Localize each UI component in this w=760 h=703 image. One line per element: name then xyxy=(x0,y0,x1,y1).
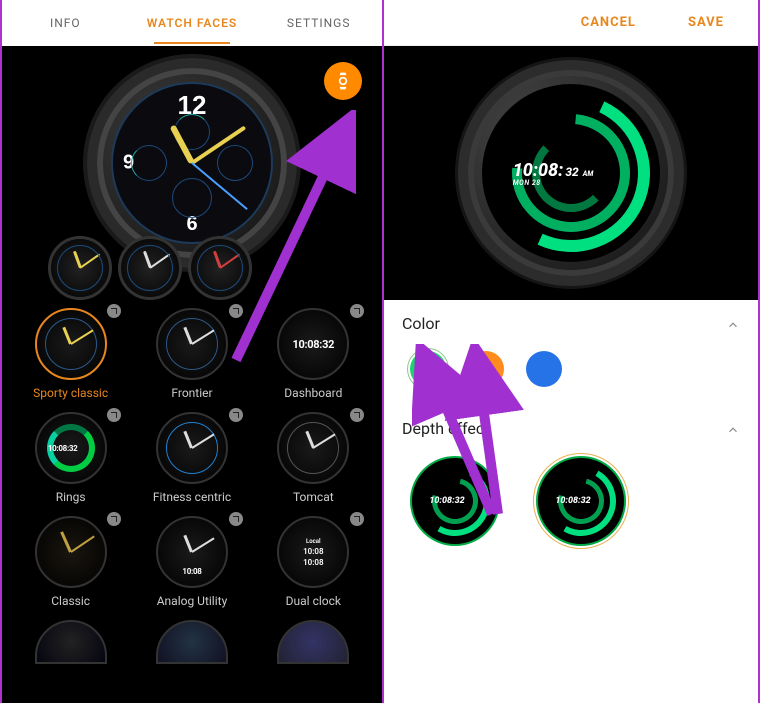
preview-time: 10:08:32AM MON 28 xyxy=(513,160,594,187)
face-label: Fitness centric xyxy=(153,490,231,504)
face-label: Rings xyxy=(56,490,86,504)
face-sporty-classic[interactable]: Sporty classic xyxy=(10,302,131,406)
face-dashboard[interactable]: 10:08:32 Dashboard xyxy=(253,302,374,406)
watch-icon xyxy=(333,71,353,91)
tab-info[interactable]: INFO xyxy=(2,2,129,44)
color-swatch-green[interactable] xyxy=(410,351,446,387)
chevron-up-icon xyxy=(726,317,740,331)
face-rings[interactable]: 10:08:32 Rings xyxy=(10,406,131,510)
tab-watch-faces[interactable]: WATCH FACES xyxy=(129,2,256,44)
customize-fab[interactable] xyxy=(324,62,362,100)
depth-title: Depth effect xyxy=(402,419,490,438)
clock-icon xyxy=(229,408,243,422)
face-classic[interactable]: Classic xyxy=(10,510,131,614)
hero-variant-2[interactable] xyxy=(118,236,182,300)
color-swatch-blue[interactable] xyxy=(526,351,562,387)
watch-face-grid[interactable]: Sporty classic Frontier 10:08:32 Dashboa… xyxy=(2,296,382,703)
clock-icon xyxy=(107,408,121,422)
clock-icon xyxy=(350,408,364,422)
clock-icon xyxy=(107,304,121,318)
face-more-2[interactable] xyxy=(131,614,252,670)
hero-variant-3[interactable] xyxy=(188,236,252,300)
depth-options: 10:08:32 10:08:32 xyxy=(402,438,740,564)
preview-watch[interactable]: 10:08:32AM MON 28 xyxy=(458,60,684,286)
tab-settings[interactable]: SETTINGS xyxy=(255,2,382,44)
face-tomcat[interactable]: Tomcat xyxy=(253,406,374,510)
face-fitness-centric[interactable]: Fitness centric xyxy=(131,406,252,510)
color-section-header[interactable]: Color xyxy=(402,314,740,333)
face-label: Classic xyxy=(51,594,90,608)
face-dual-clock[interactable]: Local 10:08 10:08 Dual clock xyxy=(253,510,374,614)
hero-variant-1[interactable] xyxy=(48,236,112,300)
clock-icon xyxy=(350,304,364,318)
color-swatches xyxy=(402,333,740,397)
face-label: Dashboard xyxy=(284,386,342,400)
face-frontier[interactable]: Frontier xyxy=(131,302,252,406)
depth-option-1[interactable]: 10:08:32 xyxy=(410,456,500,546)
customize-header: CANCEL SAVE xyxy=(384,0,758,46)
cancel-button[interactable]: CANCEL xyxy=(555,15,662,30)
face-label: Analog Utility xyxy=(157,594,228,608)
chevron-up-icon xyxy=(726,422,740,436)
color-title: Color xyxy=(402,314,440,333)
watch-faces-screen: INFO WATCH FACES SETTINGS 12 6 9 xyxy=(0,0,384,703)
face-label: Dual clock xyxy=(286,594,341,608)
clock-icon xyxy=(107,512,121,526)
face-analog-utility[interactable]: 10:08 Analog Utility xyxy=(131,510,252,614)
hero-variant-row xyxy=(48,236,252,300)
customize-screen: CANCEL SAVE 10:08:32AM MON 28 xyxy=(384,0,760,703)
face-label: Tomcat xyxy=(293,490,334,504)
color-section: Color xyxy=(384,300,758,405)
face-label: Sporty classic xyxy=(33,386,108,400)
face-label: Frontier xyxy=(171,386,212,400)
save-button[interactable]: SAVE xyxy=(662,15,750,30)
depth-section-header[interactable]: Depth effect xyxy=(402,419,740,438)
customize-preview: 10:08:32AM MON 28 xyxy=(384,46,758,300)
depth-option-2[interactable]: 10:08:32 xyxy=(536,456,626,546)
clock-icon xyxy=(229,304,243,318)
clock-icon xyxy=(229,512,243,526)
depth-section: Depth effect 10:08:32 10:08:32 xyxy=(384,405,758,572)
face-more-1[interactable] xyxy=(10,614,131,670)
watch-face-hero: 12 6 9 xyxy=(2,46,382,296)
face-more-3[interactable] xyxy=(253,614,374,670)
color-swatch-orange[interactable] xyxy=(468,351,504,387)
clock-icon xyxy=(350,512,364,526)
left-tab-bar: INFO WATCH FACES SETTINGS xyxy=(2,0,382,46)
